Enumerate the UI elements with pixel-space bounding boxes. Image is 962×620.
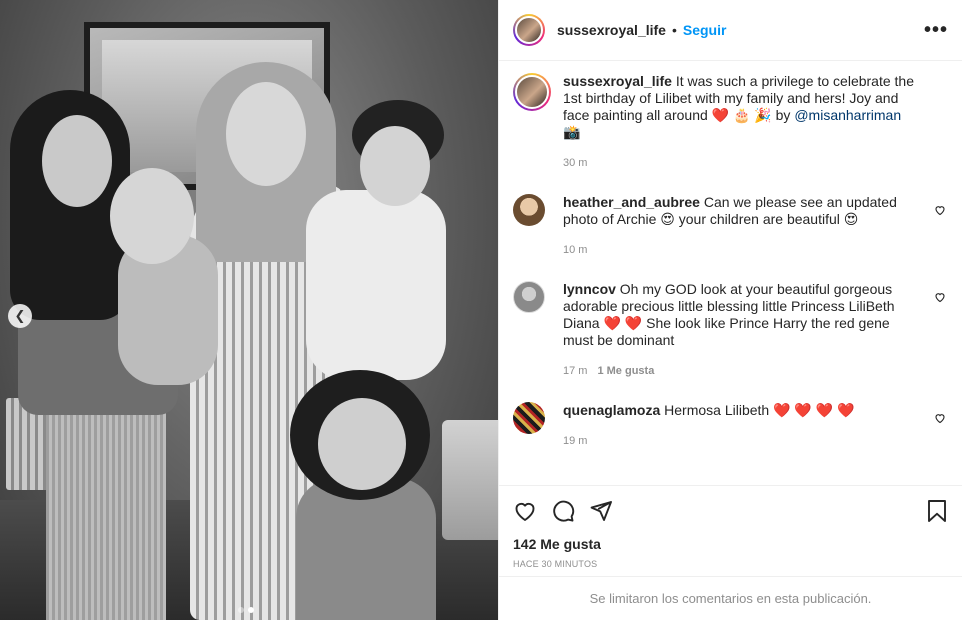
comment-meta: 10 m [563, 242, 918, 259]
comment-username[interactable]: quenaglamoza [563, 402, 660, 418]
carousel-dot [238, 607, 244, 613]
comment-avatar[interactable] [513, 402, 545, 434]
comment-text: Hermosa Lilibeth ❤️ ❤️ ❤️ ❤️ [660, 402, 855, 418]
author-username[interactable]: sussexroyal_life [557, 22, 666, 38]
author-avatar[interactable] [513, 14, 545, 46]
more-options-icon[interactable]: ••• [924, 19, 948, 42]
bookmark-icon[interactable] [926, 499, 948, 523]
comment-meta: 19 m [563, 433, 918, 450]
heart-icon[interactable] [513, 499, 537, 523]
photo-child-held-body [306, 190, 446, 380]
chevron-left-icon: ❮ [14, 308, 26, 323]
post-timestamp[interactable]: HACE 30 MINUTOS [513, 559, 948, 569]
photo-baby-face [110, 168, 194, 264]
photo-person-1-legs [46, 400, 166, 620]
comment-likes-count[interactable]: 1 Me gusta [597, 363, 654, 380]
comment-item: quenaglamoza Hermosa Lilibeth ❤️ ❤️ ❤️ ❤… [513, 402, 948, 450]
post-side-panel: sussexroyal_life • Seguir ••• sussexroya… [498, 0, 962, 620]
comment-time[interactable]: 10 m [563, 242, 587, 259]
caption: sussexroyal_life It was such a privilege… [513, 73, 948, 172]
caption-mention-link[interactable]: @misanharriman [794, 107, 901, 123]
post-actions: 142 Me gusta HACE 30 MINUTOS [499, 485, 962, 569]
caption-meta: 30 m [563, 155, 918, 172]
caption-by: by [771, 107, 795, 123]
comment-item: lynncov Oh my GOD look at your beautiful… [513, 281, 948, 380]
photo-person-2-face [226, 82, 306, 186]
comment-username[interactable]: lynncov [563, 281, 616, 297]
carousel-dot-active [248, 607, 254, 613]
comments-list[interactable]: sussexroyal_life It was such a privilege… [499, 61, 962, 485]
post-photo[interactable]: ❮ [0, 0, 498, 620]
share-icon[interactable] [589, 499, 613, 523]
caption-emojis: ❤️ 🎂 🎉 [711, 107, 772, 123]
comment-meta: 17 m 1 Me gusta [563, 363, 918, 380]
carousel-dots [238, 607, 254, 613]
photo-child-held-face [360, 126, 430, 206]
follow-button[interactable]: Seguir [683, 22, 727, 38]
photo-child-front-face [318, 398, 406, 490]
carousel-prev-button[interactable]: ❮ [8, 304, 32, 328]
post-header: sussexroyal_life • Seguir ••• [499, 0, 962, 61]
comment-time[interactable]: 19 m [563, 433, 587, 450]
header-separator: • [671, 22, 677, 38]
comment-like-heart-icon[interactable] [934, 291, 946, 303]
comment-like-heart-icon[interactable] [934, 204, 946, 216]
photo-chair [442, 420, 498, 540]
comment-icon[interactable] [551, 499, 575, 523]
caption-username[interactable]: sussexroyal_life [563, 73, 672, 89]
caption-time[interactable]: 30 m [563, 155, 587, 172]
photo-person-1-face [42, 115, 112, 207]
comment-like-heart-icon[interactable] [934, 412, 946, 424]
comment-item: heather_and_aubree Can we please see an … [513, 194, 948, 259]
comment-avatar[interactable] [513, 194, 545, 226]
comment-time[interactable]: 17 m [563, 363, 587, 380]
caption-avatar[interactable] [513, 73, 551, 111]
comment-avatar[interactable] [513, 281, 545, 313]
comment-username[interactable]: heather_and_aubree [563, 194, 700, 210]
comments-limited-notice: Se limitaron los comentarios en esta pub… [499, 576, 962, 620]
caption-camera-emoji: 📸 [563, 124, 581, 140]
likes-count[interactable]: 142 Me gusta [513, 536, 948, 552]
